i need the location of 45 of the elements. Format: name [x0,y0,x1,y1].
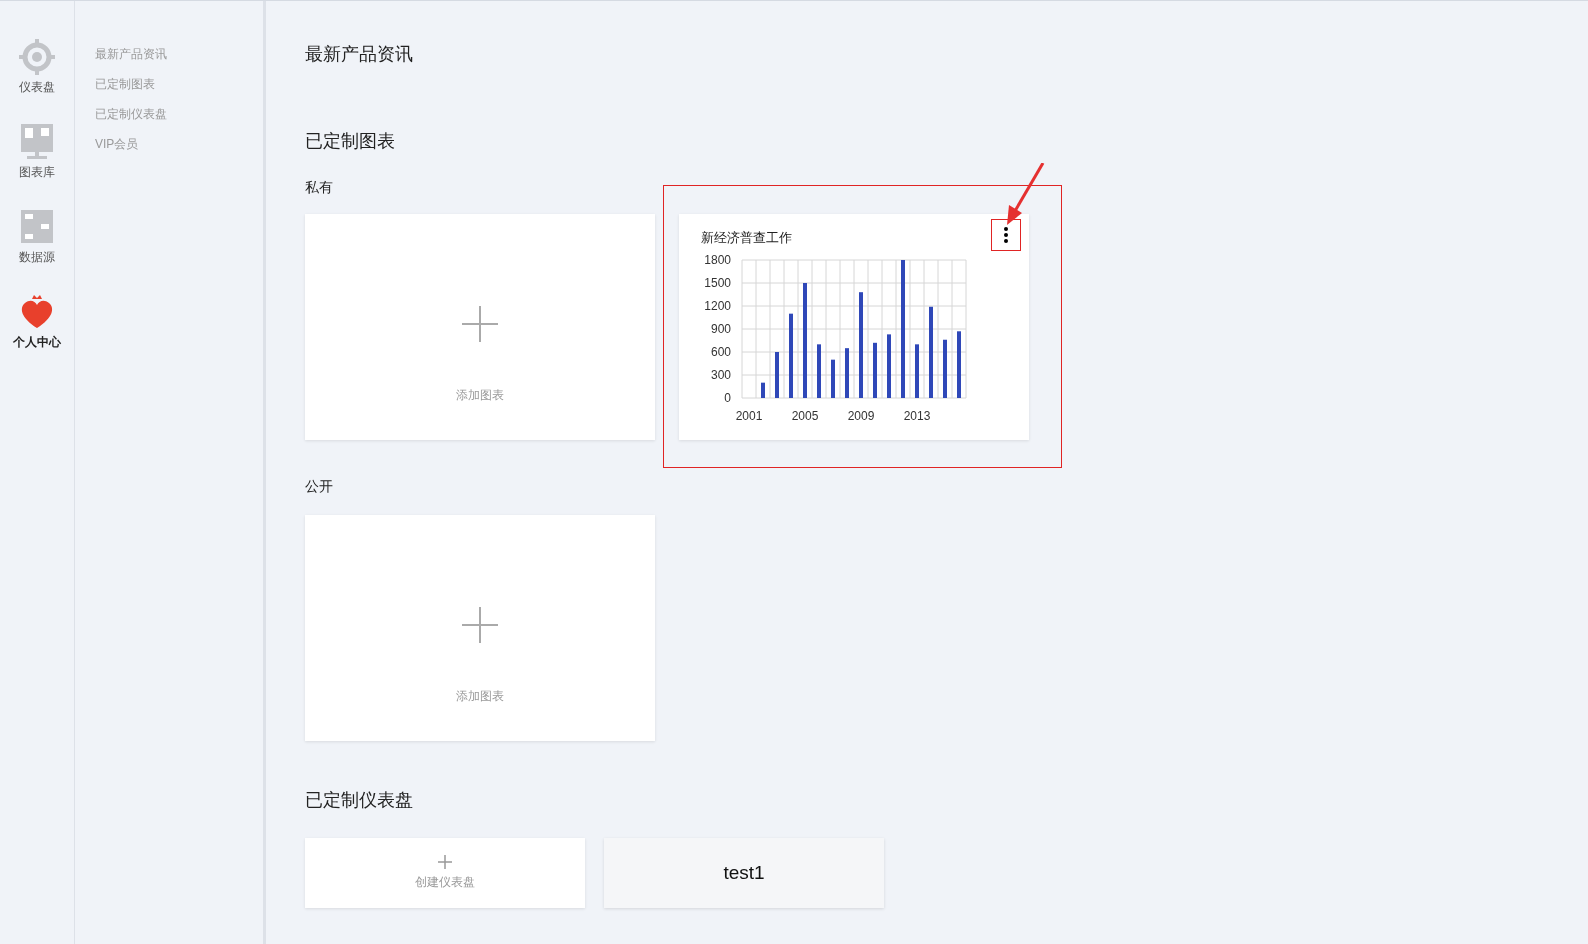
bar [887,334,891,398]
axis-label: 1500 [704,276,731,290]
axis-label: 1200 [704,299,731,313]
bar [831,359,835,398]
section-heading: 最新产品资讯 [305,43,414,66]
axis-label: 300 [710,368,731,382]
chart-title: 新经济普查工作 [701,229,792,247]
dashboard-card[interactable]: test1 [604,838,884,908]
rail-item[interactable]: 仪表盘 [17,37,57,102]
axis-label: 900 [710,322,731,336]
subnav-link[interactable]: 已定制仪表盘 [95,106,263,122]
plus-icon [438,855,452,869]
bar [775,352,779,398]
rail-item[interactable]: 图表库 [17,122,57,187]
bar [915,344,919,398]
bar [761,382,765,398]
group-label: 私有 [305,178,334,197]
add-chart-card[interactable]: 添加图表 [305,515,655,741]
plus-icon [462,607,498,643]
plus-icon [462,306,498,342]
section-heading: 已定制图表 [305,130,396,153]
rail-item[interactable]: 个人中心 [13,292,61,357]
subnav-link[interactable]: VIP会员 [95,136,263,152]
gear-icon [17,37,57,77]
axis-label: 1800 [704,253,731,267]
axis-label: 2005 [791,409,819,423]
axis-label: 2009 [847,409,875,423]
subnav-link[interactable]: 已定制图表 [95,76,263,92]
bar [957,331,961,398]
add-chart-card[interactable]: 添加图表 [305,214,655,440]
bar [943,339,947,398]
axis-label: 0 [724,391,731,405]
axis-label: 2001 [735,409,763,423]
create-dashboard-card[interactable]: 创建仪表盘 [305,838,585,908]
bar [817,344,821,398]
more-icon [1004,227,1008,243]
subnav-link[interactable]: 最新产品资讯 [95,46,263,62]
section-heading: 已定制仪表盘 [305,789,414,812]
bar [845,348,849,398]
group-label: 公开 [305,477,334,496]
more-button[interactable] [991,219,1021,251]
axis-label: 2013 [903,409,931,423]
bar [873,342,877,398]
rail-item[interactable]: 数据源 [17,207,57,272]
axis-label: 600 [710,345,731,359]
